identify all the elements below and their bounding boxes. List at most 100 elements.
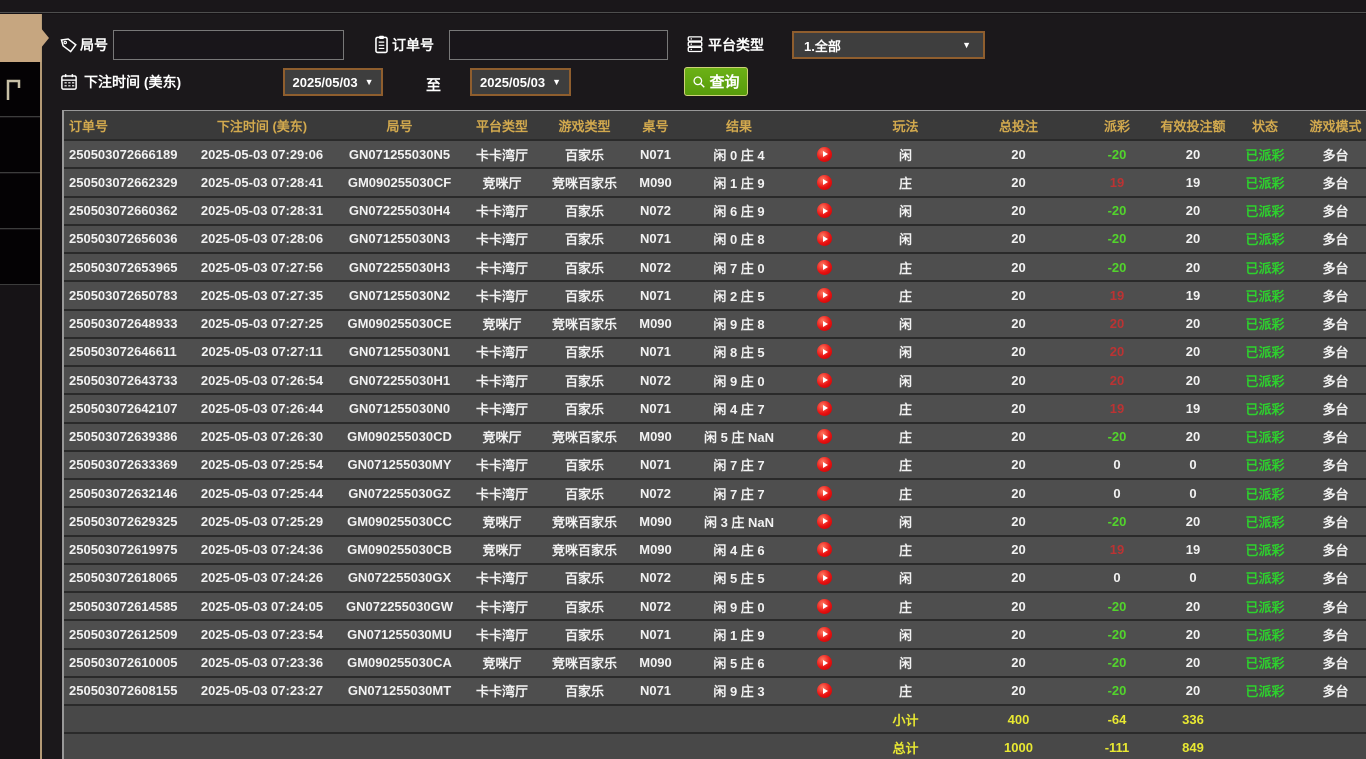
play-video-icon[interactable] [816,598,832,614]
play-video-icon[interactable] [816,655,832,671]
platform-type-value: 1.全部 [804,38,841,54]
type-cell: 百家乐 [564,627,604,643]
table-row: 250503072662329 2025-05-03 07:28:41 GM0902… [64,167,1366,196]
main-panel: 局号 订单号 平台类型 1.全部 ▼ 下注时间 (美东) 2025/05/03 … [42,14,1366,759]
result-cell: 闲 1 庄 9 [713,175,765,191]
play-video-icon[interactable] [816,316,832,332]
payout-cell: -20 [1107,598,1127,614]
bet-cell: 闲 [898,317,912,333]
date-from-value: 2025/05/03 [292,74,358,90]
query-button[interactable]: 查询 [684,67,748,96]
play-video-icon[interactable] [816,344,832,360]
result-cell: 闲 1 庄 9 [713,627,765,643]
result-cell: 闲 5 庄 5 [713,571,765,587]
time-cell: 2025-05-03 07:23:27 [200,683,324,699]
valid-cell: 0 [1189,570,1197,586]
status-cell: 已派彩 [1245,373,1285,389]
valid-cell: 20 [1185,259,1201,275]
status-cell: 已派彩 [1245,430,1285,446]
play-video-icon[interactable] [816,457,832,473]
valid-cell: 20 [1185,203,1201,219]
payout-cell: -20 [1107,203,1127,219]
platform-type-select[interactable]: 1.全部 ▼ [792,31,985,59]
table-cell: M090 [639,655,672,671]
result-play-cell [794,508,854,534]
play-video-icon[interactable] [816,146,832,162]
game-no-input[interactable] [113,30,344,60]
play-video-icon[interactable] [816,683,832,699]
play-video-icon[interactable] [816,542,832,558]
game-cell: GN071255030MU [347,626,452,642]
play-video-icon[interactable] [816,626,832,642]
bet-cell: 闲 [898,232,912,248]
order-cell: 250503072660362 [69,203,178,219]
calendar-icon [60,73,78,91]
date-to-select[interactable]: 2025/05/03 ▼ [470,68,571,96]
play-video-icon[interactable] [816,231,832,247]
bet-cell: 庄 [898,401,912,417]
time-cell: 2025-05-03 07:24:36 [200,542,324,558]
table-cell: N071 [639,344,672,360]
platform-cell: 卡卡湾厅 [475,627,528,643]
bet-cell: 庄 [898,458,912,474]
mode-cell: 多台 [1322,204,1349,220]
payout-cell: -20 [1107,429,1127,445]
date-to-value: 2025/05/03 [480,74,546,90]
date-from-select[interactable]: 2025/05/03 ▼ [283,68,383,96]
order-cell: 250503072614585 [69,598,178,614]
play-video-icon[interactable] [816,287,832,303]
payout-cell: -20 [1107,513,1127,529]
sidebar-rail [0,14,49,759]
table-row: 250503072619975 2025-05-03 07:24:36 GM0902… [64,534,1366,563]
play-video-icon[interactable] [816,372,832,388]
table-row: 250503072612509 2025-05-03 07:23:54 GN0712… [64,619,1366,648]
mode-cell: 多台 [1322,147,1349,163]
order-cell: 250503072662329 [69,174,178,190]
mode-cell: 多台 [1322,232,1349,248]
sidebar-item[interactable] [0,62,40,117]
status-cell: 已派彩 [1245,345,1285,361]
platform-cell: 卡卡湾厅 [475,147,528,163]
bet-cell: 庄 [898,486,912,502]
result-cell: 闲 3 庄 NaN [703,514,775,530]
order-no-input[interactable] [449,30,668,60]
time-cell: 2025-05-03 07:24:26 [200,570,324,586]
sidebar-item[interactable] [0,174,40,229]
order-cell: 250503072666189 [69,146,178,162]
status-cell: 已派彩 [1245,458,1285,474]
sidebar-item[interactable] [0,230,40,285]
column-header: 桌号 [642,118,669,134]
result-play-cell [794,593,854,619]
play-video-icon[interactable] [816,485,832,501]
subtotal-label: 小计 [892,712,919,728]
result-cell: 闲 2 庄 5 [713,288,765,304]
play-video-icon[interactable] [816,174,832,190]
order-cell: 250503072608155 [69,683,178,699]
play-video-icon[interactable] [816,203,832,219]
play-video-icon[interactable] [816,259,832,275]
play-video-icon[interactable] [816,429,832,445]
orders-table: 订单号 下注时间 (美东) 局号 平台类型 游戏类型 桌号 结果 玩法 总投注 派彩 有效投注额 状态… [62,110,1366,759]
type-cell: 百家乐 [564,571,604,587]
total-cell: 20 [1011,683,1026,699]
total-cell: 20 [1011,457,1026,473]
table-cell: M090 [639,429,672,445]
table-cell: N071 [639,146,672,162]
sidebar-item[interactable] [0,118,40,173]
play-video-icon[interactable] [816,400,832,416]
order-cell: 250503072650783 [69,287,178,303]
mode-cell: 多台 [1322,656,1349,672]
partial-icon [2,76,24,102]
play-video-icon[interactable] [816,513,832,529]
total-cell: 20 [1011,287,1026,303]
valid-cell: 20 [1185,231,1201,247]
type-cell: 百家乐 [564,204,604,220]
platform-cell: 卡卡湾厅 [475,571,528,587]
result-cell: 闲 6 庄 9 [713,204,765,220]
bet-cell: 闲 [898,204,912,220]
play-video-icon[interactable] [816,570,832,586]
result-play-cell [794,424,854,450]
mode-cell: 多台 [1322,260,1349,276]
total-cell: 20 [1011,259,1026,275]
order-cell: 250503072629325 [69,513,178,529]
